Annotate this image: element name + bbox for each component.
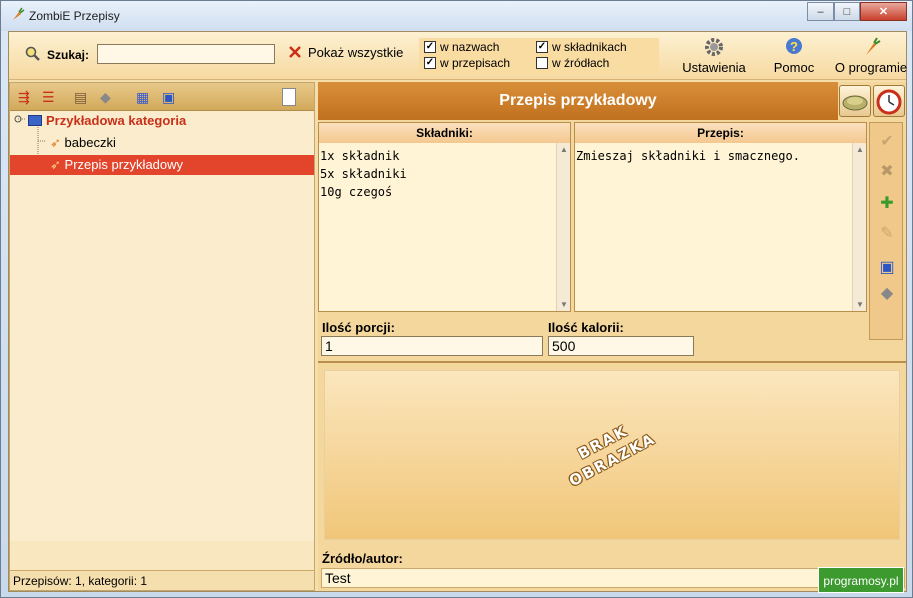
minimize-button[interactable]: – (807, 2, 834, 21)
carrot-icon (13, 7, 25, 20)
check-ingredients[interactable]: ✓ w składnikach (536, 40, 627, 54)
ingredients-text[interactable]: 1x składnik 5x składniki 10g czegoś (320, 147, 407, 201)
recipe-image[interactable]: BRAK OBRAZKA (324, 370, 900, 540)
recipe-panel: Przepis przykładowy Składniki: 1x składn… (318, 82, 906, 591)
ingredients-panel[interactable]: Składniki: 1x składnik 5x składniki 10g … (318, 122, 571, 312)
ingredients-scrollbar[interactable]: ▲ ▼ (556, 143, 570, 311)
maximize-button[interactable]: □ (834, 2, 860, 21)
source-label: Źródło/autor: (322, 551, 403, 566)
delete-icon[interactable]: ◆ (878, 285, 896, 303)
no-image-text: BRAK OBRAZKA (566, 421, 659, 491)
checkbox[interactable] (536, 57, 548, 69)
help-button[interactable]: ? Pomoc (759, 36, 829, 75)
show-all-button[interactable]: Pokaż wszystkie (287, 44, 403, 60)
about-button[interactable]: O programie (831, 36, 911, 75)
calories-label: Ilość kalorii: (548, 320, 624, 335)
app-window: ZombiE Przepisy – □ ✕ Szukaj: Pokaż wszy… (0, 0, 913, 598)
close-button[interactable]: ✕ (860, 2, 907, 21)
edit-recipe-icon[interactable]: ✎ (878, 225, 896, 243)
carrot-icon: ➶ (50, 157, 61, 172)
svg-text:?: ? (790, 39, 798, 54)
check-recipes[interactable]: ✓ w przepisach (424, 56, 510, 70)
help-icon: ? (786, 38, 802, 54)
expand-all-icon[interactable]: ⇶ (18, 89, 34, 105)
ingredients-header: Składniki: (319, 123, 570, 143)
timer-button[interactable] (873, 85, 905, 117)
recipe-title: Przepis przykładowy (318, 82, 838, 120)
plate-icon (842, 95, 868, 111)
settings-button[interactable]: Ustawienia (679, 36, 749, 75)
clear-icon (289, 46, 301, 58)
recipe-scrollbar[interactable]: ▲ ▼ (852, 143, 866, 311)
title-bar: ZombiE Przepisy – □ ✕ (1, 1, 912, 31)
book-icon (28, 115, 42, 126)
tree-item[interactable]: ➶ babeczki (50, 133, 116, 153)
tree-category[interactable]: Przykładowa kategoria (28, 111, 186, 131)
portions-button[interactable] (839, 85, 871, 117)
carrot-icon (866, 37, 881, 55)
recipe-tree[interactable]: Przykładowa kategoria ➶ babeczki ➶ Przep… (10, 111, 314, 541)
checkbox[interactable]: ✓ (536, 41, 548, 53)
checkbox[interactable]: ✓ (424, 41, 436, 53)
toolbar: Szukaj: Pokaż wszystkie ✓ w nazwach ✓ w sk… (9, 32, 907, 80)
tree-panel: ⇶ ☰ ▤ ◆ ▦ ▣ Przykładowa kategoria ➶ babe… (9, 82, 315, 591)
portions-input[interactable]: 1 (321, 336, 543, 356)
recipe-text[interactable]: Zmieszaj składniki i smacznego. (576, 147, 800, 165)
import-icon[interactable]: ▦ (136, 89, 152, 105)
checkbox[interactable]: ✓ (424, 57, 436, 69)
clock-icon (876, 89, 902, 115)
recipe-header: Przepis: (575, 123, 866, 143)
recipe-text-panel[interactable]: Przepis: Zmieszaj składniki i smacznego.… (574, 122, 867, 312)
search-icon (25, 46, 40, 61)
tree-toolbar: ⇶ ☰ ▤ ◆ ▦ ▣ (10, 83, 314, 111)
cancel-icon[interactable]: ✖ (878, 163, 896, 181)
check-sources[interactable]: w źródłach (536, 56, 609, 70)
new-document-icon[interactable] (282, 88, 296, 106)
add-category-icon[interactable]: ▤ (74, 89, 90, 105)
search-label: Szukaj: (47, 48, 90, 62)
tree-item-selected[interactable]: ➶ Przepis przykładowy (10, 155, 314, 175)
check-names[interactable]: ✓ w nazwach (424, 40, 499, 54)
status-bar: Przepisów: 1, kategorii: 1 (10, 570, 314, 590)
add-recipe-icon[interactable]: ✚ (878, 195, 896, 213)
window-title: ZombiE Przepisy (29, 9, 120, 23)
collapse-all-icon[interactable]: ☰ (42, 89, 58, 105)
watermark: programosy.pl (818, 567, 904, 593)
gear-icon (705, 38, 723, 56)
carrot-icon: ➶ (50, 135, 61, 150)
save-icon[interactable]: ▣ (878, 259, 896, 277)
search-input[interactable] (97, 44, 275, 64)
divider (318, 361, 906, 363)
portions-label: Ilość porcji: (322, 320, 395, 335)
client-area: Szukaj: Pokaż wszystkie ✓ w nazwach ✓ w sk… (8, 31, 907, 592)
recipe-actions: ✔ ✖ ✚ ✎ ▣ ◆ (869, 122, 903, 340)
delete-category-icon[interactable]: ◆ (100, 89, 116, 105)
show-all-label: Pokaż wszystkie (308, 44, 404, 60)
accept-icon[interactable]: ✔ (878, 133, 896, 151)
save-icon[interactable]: ▣ (162, 89, 178, 105)
calories-input[interactable]: 500 (548, 336, 694, 356)
